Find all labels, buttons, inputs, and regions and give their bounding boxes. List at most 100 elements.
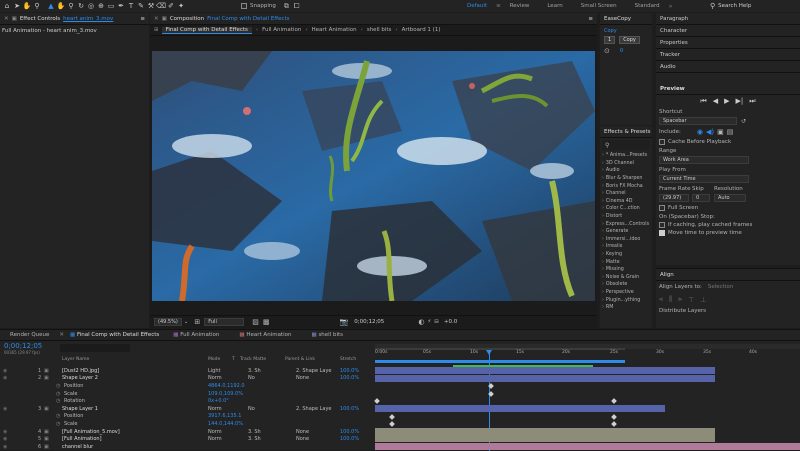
cache-checkbox[interactable] (659, 139, 665, 145)
table-row[interactable]: ◉ 4 ▣ [Full Animation_5.mov] Norm 3. Sh None 10… (0, 428, 375, 436)
layer-stretch[interactable]: 100.0% (340, 436, 359, 442)
selection-tool-icon[interactable]: ▲ (46, 1, 56, 11)
effect-controls-file[interactable]: heart anim_3.mov (63, 16, 113, 22)
layer-track-matte[interactable]: 3. Sh (248, 429, 261, 435)
paste-icon[interactable]: ⊙ (604, 47, 610, 55)
visibility-icon[interactable]: ◉ (3, 406, 7, 412)
property-value[interactable]: 4864.0,1192.0 (208, 383, 245, 389)
layer-mode[interactable]: Norm (208, 406, 222, 412)
effects-category-item[interactable]: › Noise & Grain (602, 274, 652, 282)
panel-menu-icon[interactable]: ≡ (588, 16, 593, 22)
visibility-icon[interactable]: ◉ (3, 375, 7, 381)
last-frame-icon[interactable]: ⏭ (749, 97, 755, 106)
layer-mode[interactable]: Norm (208, 429, 222, 435)
viewer-timecode[interactable]: 0;00;12;05 (354, 319, 384, 325)
effects-category-item[interactable]: › Boris FX Mocha (602, 182, 652, 190)
visibility-icon[interactable]: ◉ (3, 436, 7, 442)
timeline-tab-render-queue[interactable]: Render Queue (0, 332, 59, 338)
close-icon[interactable]: ✕ (154, 16, 159, 22)
effects-category-item[interactable]: › Channel (602, 190, 652, 198)
keyframe-icon[interactable] (389, 421, 395, 428)
align-to-dropdown[interactable]: Selection (708, 284, 733, 290)
layer-parent[interactable]: None (296, 375, 309, 381)
layer-track-matte[interactable]: 3. Sh (248, 436, 261, 442)
layer-bar[interactable] (375, 427, 715, 435)
effects-category-item[interactable]: › Immersi...ideo (602, 236, 652, 244)
effects-category-item[interactable]: › Obsolete (602, 281, 652, 289)
comp-crumb-2[interactable]: Heart Animation (312, 27, 357, 33)
range-dropdown[interactable]: Work Area (659, 156, 749, 164)
table-row[interactable]: ◷ Scale 109.0,109.0% (0, 390, 375, 398)
effects-category-item[interactable]: › Audio (602, 167, 652, 175)
effects-category-item[interactable]: › Generate (602, 228, 652, 236)
stopwatch-icon[interactable]: ◷ (56, 391, 60, 397)
puppet-tool-icon[interactable]: ✦ (176, 1, 186, 11)
effects-category-item[interactable]: › Blur & Sharpen (602, 175, 652, 183)
timeline-timecode[interactable]: 0;00;12;05 (4, 342, 42, 350)
resolution-dropdown[interactable]: Full (204, 317, 245, 326)
hand-tool-2-icon[interactable]: ✋ (56, 1, 66, 11)
align-right-icon[interactable]: ⫸ (678, 295, 682, 304)
layer-mode[interactable]: Norm (208, 375, 222, 381)
table-row[interactable]: ◷ Rotation 0x+0.0° (0, 397, 375, 405)
easecopy-copy-value[interactable]: 1 (604, 36, 616, 44)
fast-previews-icon[interactable]: ⚡ (427, 319, 431, 325)
layer-stretch[interactable]: 100.0% (340, 429, 359, 435)
home-icon[interactable]: ⌂ (2, 1, 12, 11)
pen-tool-icon[interactable]: ✒ (116, 1, 126, 11)
fullscreen-checkbox[interactable] (659, 205, 665, 211)
effects-category-item[interactable]: › Plugin...ything (602, 296, 652, 304)
keyframe-icon[interactable] (611, 398, 617, 405)
panel-tracker[interactable]: Tracker (656, 49, 800, 61)
panel-audio[interactable]: Audio (656, 61, 800, 73)
visibility-icon[interactable]: ◉ (3, 429, 7, 435)
table-row[interactable]: ◷ Position 4864.0,1192.0 (0, 382, 375, 390)
workspace-overflow-icon[interactable]: » (669, 3, 673, 10)
effects-category-item[interactable]: › Cinema 4D (602, 198, 652, 206)
layer-parent[interactable]: None (296, 436, 309, 442)
workspace-small-screen[interactable]: Small Screen (572, 3, 626, 9)
property-value[interactable]: 109.0,109.0% (208, 391, 243, 397)
panel-properties[interactable]: Properties (656, 37, 800, 49)
effects-category-item[interactable]: › Perspective (602, 289, 652, 297)
grid-icon[interactable]: ⊞ (194, 318, 200, 326)
table-row[interactable]: ◉ 5 ▣ [Full Animation] Norm 3. Sh None 100.0% (0, 435, 375, 443)
comp-crumb-3[interactable]: shell bits (367, 27, 392, 33)
property-value[interactable]: 144.0,144.0% (208, 421, 243, 427)
table-row[interactable]: ◉ 6 ▣ channel blur (0, 443, 375, 451)
first-frame-icon[interactable]: ⏮ (700, 97, 706, 106)
snapping-checkbox[interactable] (241, 3, 247, 9)
layer-name[interactable]: [Dust2 HD.jpg] (62, 368, 99, 374)
include-video-icon[interactable]: ◉ (697, 128, 703, 136)
stopwatch-icon[interactable]: ◷ (56, 398, 60, 404)
effects-category-item[interactable]: › Color C...ction (602, 205, 652, 213)
align-left-icon[interactable]: ⫷ (659, 295, 663, 304)
pan-behind-tool-icon[interactable]: ⊕ (96, 1, 106, 11)
effects-category-item[interactable]: › * Anima...Presets (602, 152, 652, 160)
layer-stretch[interactable]: 100.0% (340, 368, 359, 374)
layer-bar[interactable] (375, 374, 715, 382)
pointer-tool-icon[interactable]: ➤ (12, 1, 22, 11)
rectangle-tool-icon[interactable]: ▭ (106, 1, 116, 11)
layer-bar[interactable] (375, 405, 665, 412)
layer-track-matte[interactable]: No (248, 406, 255, 412)
timeline-tracks[interactable]: 0:00s 05s 10s 15s 20s 25s 30s 35s 40s (374, 344, 800, 451)
include-layers-icon[interactable]: ▤ (727, 128, 734, 136)
panel-character[interactable]: Character (656, 25, 800, 37)
property-value[interactable]: 0x+0.0° (208, 398, 229, 404)
skip-dropdown[interactable]: 0 (692, 194, 710, 202)
transparency-grid-icon[interactable]: ▩ (263, 318, 270, 326)
if-caching-checkbox[interactable] (659, 222, 665, 228)
table-row[interactable]: ◉ 2 ▣ Shape Layer 2 Norm No None 100.0% (0, 375, 375, 383)
search-icon[interactable]: ⚲ (710, 2, 715, 10)
effects-category-item[interactable]: › RM (602, 304, 652, 312)
exposure-value[interactable]: +0.0 (444, 319, 457, 325)
align-center-icon[interactable]: ⫼ (669, 295, 672, 304)
search-help-input[interactable]: Search Help (718, 3, 751, 9)
table-row[interactable]: ◷ Position 3917.6,135.1 (0, 413, 375, 421)
stopwatch-icon[interactable]: ◷ (56, 421, 60, 427)
keyframe-icon[interactable] (611, 421, 617, 428)
time-ruler[interactable]: 0:00s 05s 10s 15s 20s 25s 30s 35s 40s (375, 350, 800, 358)
comp-flow-icon[interactable]: ⊞ (154, 27, 159, 33)
stopwatch-icon[interactable]: ◷ (56, 413, 60, 419)
